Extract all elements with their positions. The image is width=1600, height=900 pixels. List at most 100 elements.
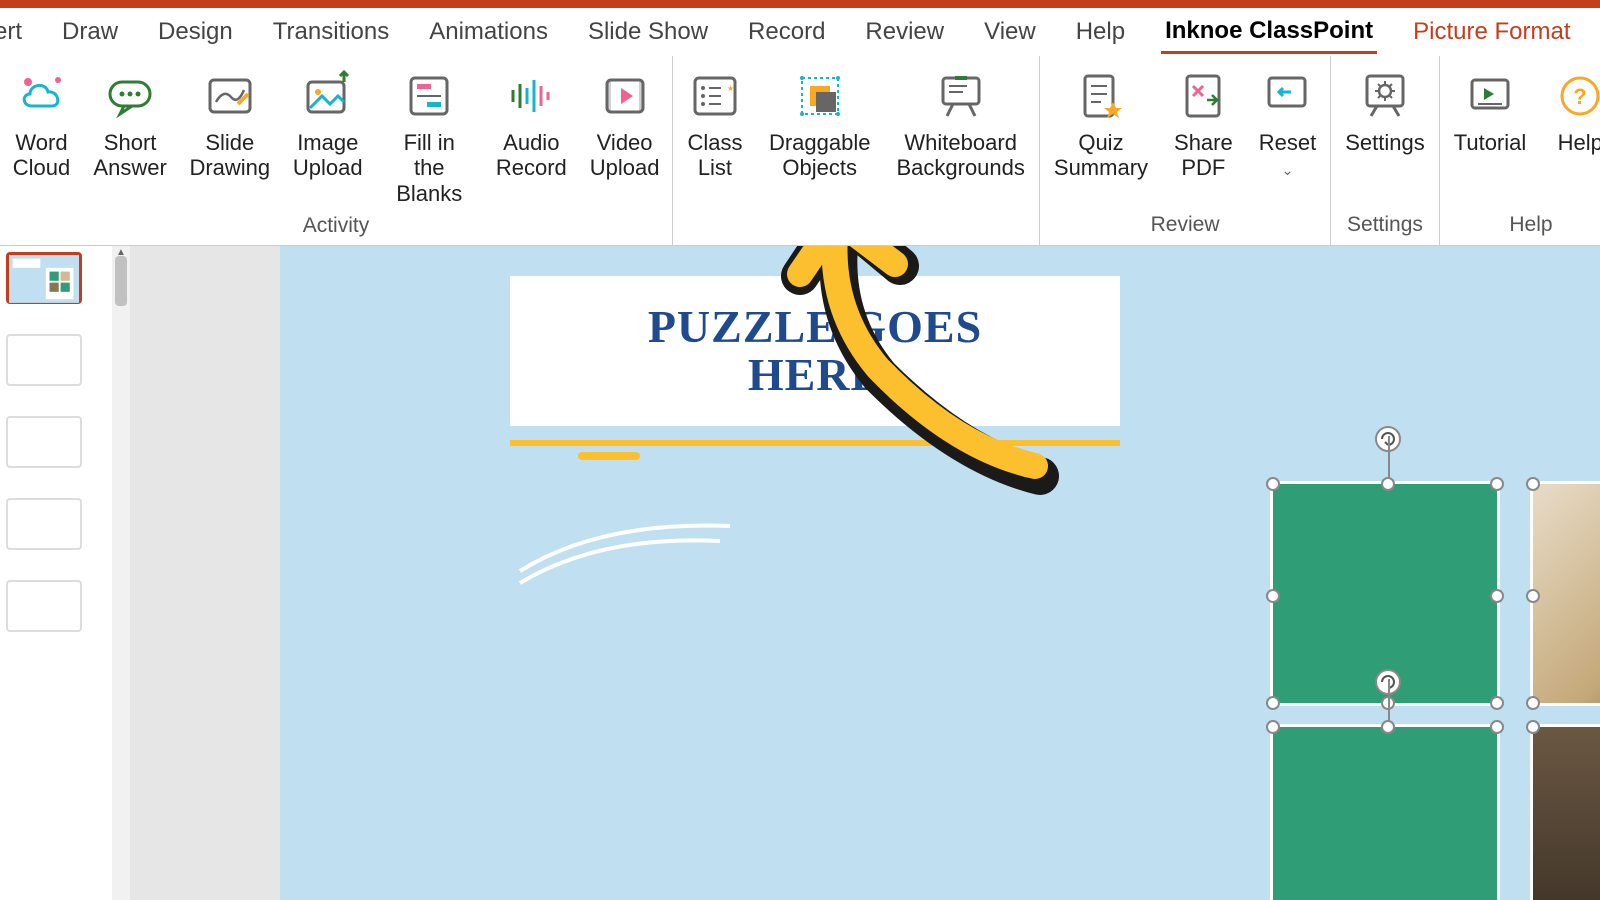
video-upload-button[interactable]: Video Upload: [585, 64, 664, 210]
selection-handle[interactable]: [1490, 477, 1504, 491]
selection-handle[interactable]: [1526, 696, 1540, 710]
help-label: Help: [1558, 130, 1600, 155]
tab-animations[interactable]: Animations: [425, 12, 552, 52]
slide-thumbnail-2[interactable]: [6, 334, 82, 386]
ribbon-group-review: Quiz Summary Share PDF Reset⌄ Review: [1040, 56, 1331, 245]
whiteboard-bg-label: Whiteboard Backgrounds: [896, 130, 1024, 181]
selection-handle[interactable]: [1266, 589, 1280, 603]
reset-button[interactable]: Reset⌄: [1253, 64, 1322, 209]
slide-canvas-area: PUZZLE GOES HERE: [130, 246, 1600, 900]
decorative-swoosh: [510, 511, 740, 591]
tab-slideshow[interactable]: Slide Show: [584, 12, 712, 52]
tab-help[interactable]: Help: [1072, 12, 1129, 52]
settings-button[interactable]: Settings: [1339, 64, 1431, 209]
ribbon-group-settings: Settings Settings: [1331, 56, 1440, 245]
tab-picture-format[interactable]: Picture Format: [1409, 12, 1574, 52]
image-upload-label: Image Upload: [293, 130, 363, 181]
draggable-icon: [792, 68, 848, 124]
whiteboard-icon: [933, 68, 989, 124]
slide-canvas[interactable]: PUZZLE GOES HERE: [280, 246, 1600, 900]
slide-thumbnail-5[interactable]: [6, 580, 82, 632]
short-answer-label: Short Answer: [93, 130, 166, 181]
tutorial-label: Tutorial: [1454, 130, 1527, 155]
slide-drawing-button[interactable]: Slide Drawing: [185, 64, 274, 210]
pdf-icon: [1175, 68, 1231, 124]
thumbnail-scrollbar[interactable]: ▲: [112, 246, 130, 900]
word-cloud-label: Word Cloud: [13, 130, 70, 181]
video-upload-label: Video Upload: [590, 130, 660, 181]
tab-draw[interactable]: Draw: [58, 12, 122, 52]
title-bar: [0, 0, 1600, 8]
selection-handle[interactable]: [1490, 589, 1504, 603]
slide-drawing-label: Slide Drawing: [189, 130, 270, 181]
image-upload-button[interactable]: Image Upload: [288, 64, 367, 210]
puzzle-piece-3[interactable]: [1270, 724, 1500, 900]
title-underline-accent: [578, 452, 640, 460]
fill-blanks-label: Fill in the Blanks: [387, 130, 471, 206]
draggable-objects-label: Draggable Objects: [769, 130, 871, 181]
group-label-review: Review: [1048, 209, 1322, 241]
selection-handle[interactable]: [1381, 477, 1395, 491]
ribbon: Word Cloud Short Answer Slide Drawing Im…: [0, 56, 1600, 246]
slide-thumbnail-4[interactable]: [6, 498, 82, 550]
tab-transitions[interactable]: Transitions: [269, 12, 393, 52]
group-label-help: Help: [1448, 209, 1600, 241]
slide-thumbnail-3[interactable]: [6, 416, 82, 468]
word-cloud-button[interactable]: Word Cloud: [8, 64, 75, 210]
puzzle-piece-2[interactable]: [1530, 481, 1600, 706]
svg-text:?: ?: [1574, 84, 1587, 109]
tab-classpoint[interactable]: Inknoe ClassPoint: [1161, 11, 1377, 54]
reset-label: Reset⌄: [1259, 130, 1316, 181]
tab-review[interactable]: Review: [861, 12, 948, 52]
selection-handle[interactable]: [1266, 720, 1280, 734]
selection-handle[interactable]: [1526, 589, 1540, 603]
video-icon: [597, 68, 653, 124]
chevron-down-icon: ⌄: [1282, 162, 1294, 178]
ribbon-group-help: Tutorial ? Help Help: [1440, 56, 1600, 245]
slide-thumbnail-1[interactable]: [6, 252, 82, 304]
tab-view[interactable]: View: [980, 12, 1040, 52]
share-pdf-button[interactable]: Share PDF: [1168, 64, 1239, 209]
whiteboard-bg-button[interactable]: Whiteboard Backgrounds: [890, 64, 1030, 209]
form-icon: [401, 68, 457, 124]
short-answer-button[interactable]: Short Answer: [89, 64, 171, 210]
audio-wave-icon: [503, 68, 559, 124]
ribbon-tabs: ert Draw Design Transitions Animations S…: [0, 8, 1600, 56]
selection-handle[interactable]: [1266, 696, 1280, 710]
share-pdf-label: Share PDF: [1174, 130, 1233, 181]
help-icon: ?: [1552, 68, 1600, 124]
tutorial-button[interactable]: Tutorial: [1448, 64, 1533, 209]
workspace: ▲ PUZZLE GOES HERE: [0, 246, 1600, 900]
slide-thumbnails-panel: ▲: [0, 246, 130, 900]
puzzle-piece-4[interactable]: [1530, 724, 1600, 900]
draggable-objects-button[interactable]: Draggable Objects: [763, 64, 877, 209]
group-label-activity: Activity: [8, 210, 664, 242]
slide-title-text: PUZZLE GOES HERE: [648, 303, 982, 400]
class-list-label: Class List: [687, 130, 742, 181]
list-stars-icon: ★: [687, 68, 743, 124]
quiz-summary-icon: [1073, 68, 1129, 124]
tab-design[interactable]: Design: [154, 12, 237, 52]
image-upload-icon: [300, 68, 356, 124]
selection-handle[interactable]: [1490, 696, 1504, 710]
ribbon-group-tools: ★ Class List Draggable Objects Whiteboar…: [673, 56, 1040, 245]
scrollbar-thumb[interactable]: [115, 256, 127, 306]
selection-handle[interactable]: [1490, 720, 1504, 734]
class-list-button[interactable]: ★ Class List: [681, 64, 749, 209]
help-button[interactable]: ? Help: [1546, 64, 1600, 209]
selection-handle[interactable]: [1526, 477, 1540, 491]
group-label-settings: Settings: [1339, 209, 1431, 241]
quiz-summary-label: Quiz Summary: [1054, 130, 1148, 181]
selection-handle[interactable]: [1526, 720, 1540, 734]
group-label-tools: [681, 209, 1031, 241]
svg-text:★: ★: [727, 84, 734, 93]
slide-title-box[interactable]: PUZZLE GOES HERE: [510, 276, 1120, 426]
quiz-summary-button[interactable]: Quiz Summary: [1048, 64, 1154, 209]
fill-blanks-button[interactable]: Fill in the Blanks: [381, 64, 477, 210]
gear-icon: [1357, 68, 1413, 124]
audio-record-button[interactable]: Audio Record: [491, 64, 571, 210]
selection-handle[interactable]: [1266, 477, 1280, 491]
selection-handle[interactable]: [1381, 720, 1395, 734]
tab-insert[interactable]: ert: [0, 12, 26, 52]
tab-record[interactable]: Record: [744, 12, 829, 52]
